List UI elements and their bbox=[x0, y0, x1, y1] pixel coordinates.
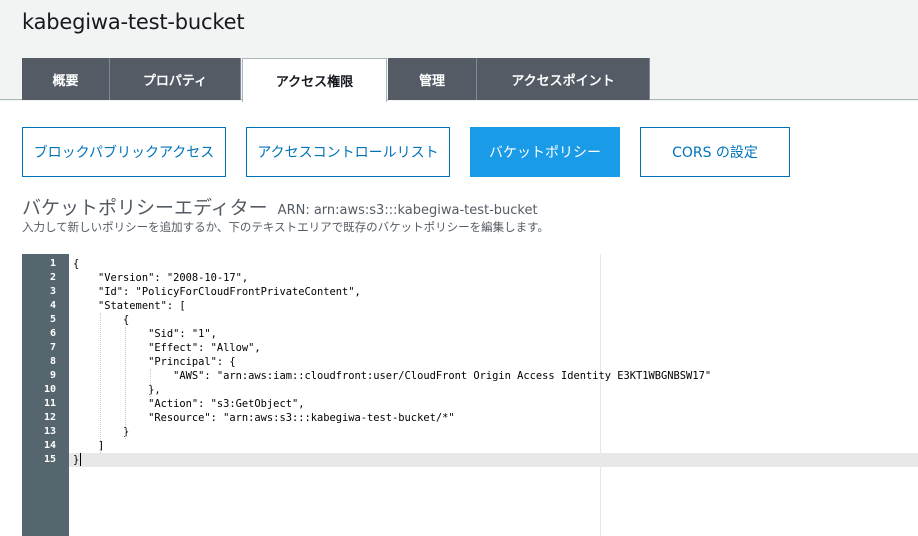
tab-permissions[interactable]: アクセス権限 bbox=[242, 58, 387, 102]
arn-label: ARN: arn:aws:s3:::kabegiwa-test-bucket bbox=[277, 203, 538, 218]
code-line: "Principal": { bbox=[73, 356, 236, 368]
print-margin bbox=[600, 254, 601, 536]
line-number: 13 bbox=[43, 426, 56, 437]
line-number-gutter: 1 2 3 4 5 6 7 8 9 10 11 12 13 14 15 bbox=[22, 254, 69, 536]
code-line: "AWS": "arn:aws:iam::cloudfront:user/Clo… bbox=[73, 370, 712, 382]
indent-guide bbox=[150, 369, 152, 397]
code-line: "Sid": "1", bbox=[73, 328, 217, 340]
code-line: }, bbox=[73, 384, 161, 396]
tab-access-points[interactable]: アクセスポイント bbox=[477, 58, 650, 100]
bucket-title: kabegiwa-test-bucket bbox=[22, 10, 245, 34]
line-number: 1 bbox=[49, 258, 56, 269]
line-number: 2 bbox=[49, 272, 56, 283]
indent-guide bbox=[125, 327, 127, 439]
tab-management[interactable]: 管理 bbox=[388, 58, 477, 100]
tab-overview[interactable]: 概要 bbox=[22, 58, 110, 100]
code-text-area[interactable]: { "Version": "2008-10-17", "Id": "Policy… bbox=[69, 254, 918, 536]
access-control-list-button[interactable]: アクセスコントロールリスト bbox=[246, 127, 450, 177]
line-number: 4 bbox=[49, 300, 56, 311]
code-line: "Action": "s3:GetObject", bbox=[73, 398, 305, 410]
cors-configuration-button[interactable]: CORS の設定 bbox=[640, 127, 790, 177]
code-line: "Resource": "arn:aws:s3:::kabegiwa-test-… bbox=[73, 412, 455, 424]
editor-title: バケットポリシーエディター bbox=[22, 197, 268, 219]
active-line-highlight bbox=[69, 453, 918, 467]
line-number: 9 bbox=[49, 370, 56, 381]
bucket-policy-button[interactable]: バケットポリシー bbox=[470, 127, 620, 177]
line-number: 7 bbox=[49, 342, 56, 353]
line-number: 11 bbox=[43, 398, 56, 409]
policy-code-editor[interactable]: 1 2 3 4 5 6 7 8 9 10 11 12 13 14 15 { "Version": "2008… bbox=[22, 254, 918, 536]
tab-properties[interactable]: プロパティ bbox=[110, 58, 241, 100]
code-line: { bbox=[73, 314, 130, 326]
indent-guide bbox=[100, 313, 102, 453]
code-line: "Id": "PolicyForCloudFrontPrivateContent… bbox=[73, 286, 361, 298]
code-line: { bbox=[73, 258, 80, 270]
code-line: } bbox=[73, 454, 80, 466]
editor-header: バケットポリシーエディター ARN: arn:aws:s3:::kabegiwa… bbox=[22, 193, 538, 220]
editor-description: 入力して新しいポリシーを追加するか、下のテキストエリアで既存のバケットポリシーを… bbox=[22, 220, 549, 234]
text-cursor bbox=[80, 453, 82, 466]
permissions-panel: ブロックパブリックアクセス アクセスコントロールリスト バケットポリシー COR… bbox=[0, 101, 918, 536]
line-number: 5 bbox=[49, 314, 56, 325]
block-public-access-button[interactable]: ブロックパブリックアクセス bbox=[22, 127, 226, 177]
tab-bar: 概要 プロパティ アクセス権限 管理 アクセスポイント bbox=[0, 58, 918, 102]
line-number: 6 bbox=[49, 328, 56, 339]
line-number: 3 bbox=[49, 286, 56, 297]
code-line: "Version": "2008-10-17", bbox=[73, 272, 249, 284]
line-number: 14 bbox=[43, 440, 56, 451]
code-line: } bbox=[73, 426, 130, 438]
line-number: 8 bbox=[49, 356, 56, 367]
line-number: 12 bbox=[43, 412, 56, 423]
code-line: "Statement": [ bbox=[73, 300, 186, 312]
code-line: "Effect": "Allow", bbox=[73, 342, 261, 354]
line-number: 15 bbox=[43, 454, 56, 465]
line-number: 10 bbox=[43, 384, 56, 395]
